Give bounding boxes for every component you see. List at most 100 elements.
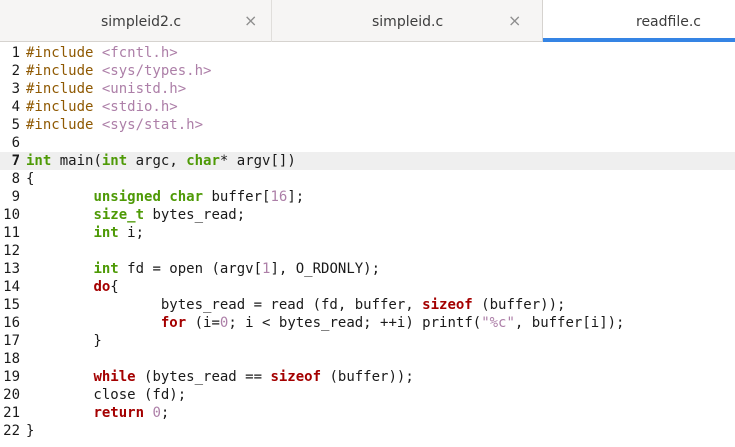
- tab-simpleid2[interactable]: simpleid2.c ×: [0, 0, 271, 42]
- code-token: do: [93, 279, 111, 295]
- tab-readfile-active[interactable]: readfile.c: [542, 0, 735, 42]
- line-number: 17: [3, 333, 20, 349]
- line-number: 1: [11, 45, 20, 61]
- code-line[interactable]: 2 #include <sys/types.h>: [0, 62, 735, 80]
- code-line[interactable]: 1 #include <fcntl.h>: [0, 44, 735, 62]
- line-number: 14: [3, 279, 20, 295]
- code-line[interactable]: 17 }: [0, 332, 735, 350]
- code-line[interactable]: 14 do{: [0, 278, 735, 296]
- code-token: #include: [26, 99, 102, 115]
- code-line[interactable]: 20 close (fd);: [0, 386, 735, 404]
- code-text: close (fd);: [26, 386, 186, 404]
- code-token: (bytes_read ==: [135, 369, 271, 385]
- code-text: int main(int argc, char* argv[]): [26, 152, 296, 170]
- code-token: int: [93, 225, 119, 241]
- code-line[interactable]: 7 int main(int argc, char* argv[]): [0, 152, 735, 170]
- code-text: {: [26, 170, 34, 188]
- code-token: ; i < bytes_read; ++i) printf(: [228, 315, 482, 331]
- line-number: 18: [3, 351, 20, 367]
- tab-label: readfile.c: [636, 14, 701, 30]
- line-number: 3: [11, 81, 20, 97]
- code-token: (buffer));: [472, 297, 566, 313]
- close-icon[interactable]: ×: [508, 12, 521, 30]
- code-token: fd = open (argv[: [118, 261, 263, 277]
- code-line[interactable]: 11 int i;: [0, 224, 735, 242]
- code-token: , buffer[i]);: [514, 315, 625, 331]
- code-token: <stdio.h>: [101, 99, 178, 115]
- code-text: #include <unistd.h>: [26, 80, 186, 98]
- code-text: int fd = open (argv[1], O_RDONLY);: [26, 260, 380, 278]
- code-text: int i;: [26, 224, 144, 242]
- code-token: bytes_read = read (fd, buffer,: [26, 297, 423, 313]
- code-token: main(: [51, 153, 102, 169]
- line-number: 21: [3, 405, 20, 421]
- code-line[interactable]: 5 #include <sys/stat.h>: [0, 116, 735, 134]
- code-token: for: [160, 315, 187, 331]
- code-text: #include <fcntl.h>: [26, 44, 178, 62]
- line-number: 10: [3, 207, 20, 223]
- close-icon[interactable]: ×: [244, 12, 257, 30]
- code-line[interactable]: 12: [0, 242, 735, 260]
- line-number: 4: [11, 99, 20, 115]
- line-number: 15: [3, 297, 20, 313]
- code-token: 16: [270, 189, 288, 205]
- code-line[interactable]: 18: [0, 350, 735, 368]
- code-token: int: [26, 153, 52, 169]
- code-token: #include: [26, 81, 102, 97]
- code-line[interactable]: 19 while (bytes_read == sizeof (buffer))…: [0, 368, 735, 386]
- code-line[interactable]: 22}: [0, 422, 735, 440]
- code-token: {: [26, 171, 35, 187]
- code-line[interactable]: 15 bytes_read = read (fd, buffer, sizeof…: [0, 296, 735, 314]
- code-token: <sys/stat.h>: [101, 117, 204, 133]
- line-number: 8: [11, 171, 20, 187]
- tab-label: simpleid2.c: [101, 14, 182, 30]
- code-text: size_t bytes_read;: [26, 206, 245, 224]
- code-text: while (bytes_read == sizeof (buffer));: [26, 368, 413, 386]
- code-token: argc,: [127, 153, 187, 169]
- tab-simpleid[interactable]: simpleid.c ×: [271, 0, 542, 42]
- tab-bar: simpleid2.c × simpleid.c × readfile.c: [0, 0, 735, 42]
- line-number: 5: [11, 117, 20, 133]
- code-line[interactable]: 4 #include <stdio.h>: [0, 98, 735, 116]
- code-token: sizeof: [270, 369, 322, 385]
- code-token: #include: [26, 45, 102, 61]
- code-text: #include <stdio.h>: [26, 98, 178, 116]
- code-token: }: [26, 333, 102, 349]
- code-token: ], O_RDONLY);: [270, 261, 381, 277]
- code-text: }: [26, 332, 102, 350]
- code-token: sizeof: [422, 297, 473, 313]
- code-line[interactable]: 9 unsigned char buffer[16];: [0, 188, 735, 206]
- code-line[interactable]: 8{: [0, 170, 735, 188]
- code-line[interactable]: 10 size_t bytes_read;: [0, 206, 735, 224]
- code-token: int: [93, 261, 119, 277]
- code-line[interactable]: 16 for (i=0; i < bytes_read; ++i) printf…: [0, 314, 735, 332]
- code-token: "%c": [481, 315, 515, 331]
- code-line[interactable]: 3 #include <unistd.h>: [0, 80, 735, 98]
- line-number: 6: [11, 135, 20, 151]
- code-line[interactable]: 13 int fd = open (argv[1], O_RDONLY);: [0, 260, 735, 278]
- tab-label: simpleid.c: [372, 14, 444, 30]
- code-token: char: [169, 189, 204, 205]
- code-token: bytes_read;: [144, 207, 246, 223]
- code-token: while: [93, 369, 136, 385]
- code-text: for (i=0; i < bytes_read; ++i) printf("%…: [26, 314, 625, 332]
- code-token: buffer[: [203, 189, 271, 205]
- code-line[interactable]: 6: [0, 134, 735, 152]
- code-text: }: [26, 422, 34, 440]
- code-token: #include: [26, 63, 102, 79]
- code-token: (i=: [186, 315, 220, 331]
- code-token: char: [186, 153, 220, 169]
- line-number: 16: [3, 315, 20, 331]
- code-line[interactable]: 21 return 0;: [0, 404, 735, 422]
- code-token: i;: [118, 225, 145, 241]
- code-token: size_t: [93, 207, 145, 223]
- code-token: {: [110, 279, 119, 295]
- code-editor[interactable]: 1 #include <fcntl.h> 2 #include <sys/types.…: [0, 42, 735, 447]
- line-number: 7: [11, 153, 20, 169]
- code-token: }: [26, 423, 35, 439]
